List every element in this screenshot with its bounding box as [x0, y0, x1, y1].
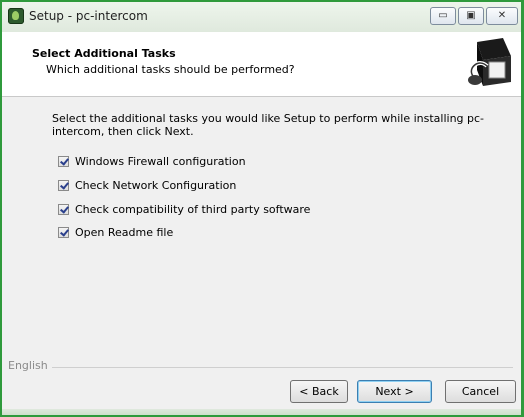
next-button[interactable]: Next >: [357, 380, 432, 403]
language-label: English: [8, 359, 52, 372]
task-label: Windows Firewall configuration: [75, 154, 246, 168]
close-button[interactable]: ✕: [486, 7, 518, 25]
tasks-panel: Select the additional tasks you would li…: [2, 97, 521, 415]
task-label: Check Network Configuration: [75, 178, 237, 192]
title-bar[interactable]: Setup - pc-intercom ▭ ▣ ✕: [2, 2, 521, 32]
window-title: Setup - pc-intercom: [29, 9, 148, 23]
window-bottom-edge: [2, 409, 521, 415]
cancel-button[interactable]: Cancel: [445, 380, 516, 403]
task-label: Check compatibility of third party softw…: [75, 202, 311, 216]
footer-divider: [8, 367, 513, 368]
task-checkbox[interactable]: [58, 155, 69, 167]
task-open-readme[interactable]: Open Readme file: [58, 225, 173, 239]
task-check-network[interactable]: Check Network Configuration: [58, 178, 236, 192]
intro-text: Select the additional tasks you would li…: [52, 112, 485, 138]
task-check-compatibility[interactable]: Check compatibility of third party softw…: [58, 202, 310, 216]
setup-wizard-icon: [465, 36, 515, 90]
task-checkbox[interactable]: [58, 203, 69, 215]
maximize-button[interactable]: ▣: [458, 7, 484, 25]
task-label: Open Readme file: [75, 225, 174, 239]
page-title: Select Additional Tasks: [32, 47, 176, 60]
wizard-header: Select Additional Tasks Which additional…: [2, 32, 521, 97]
setup-window: Setup - pc-intercom ▭ ▣ ✕ Select Additio…: [0, 0, 524, 417]
back-button[interactable]: < Back: [290, 380, 348, 403]
task-checkbox[interactable]: [58, 226, 69, 238]
page-subtitle: Which additional tasks should be perform…: [46, 63, 295, 76]
task-windows-firewall[interactable]: Windows Firewall configuration: [58, 154, 246, 168]
app-icon: [8, 8, 24, 24]
task-checkbox[interactable]: [58, 179, 69, 191]
minimize-button[interactable]: ▭: [430, 7, 456, 25]
